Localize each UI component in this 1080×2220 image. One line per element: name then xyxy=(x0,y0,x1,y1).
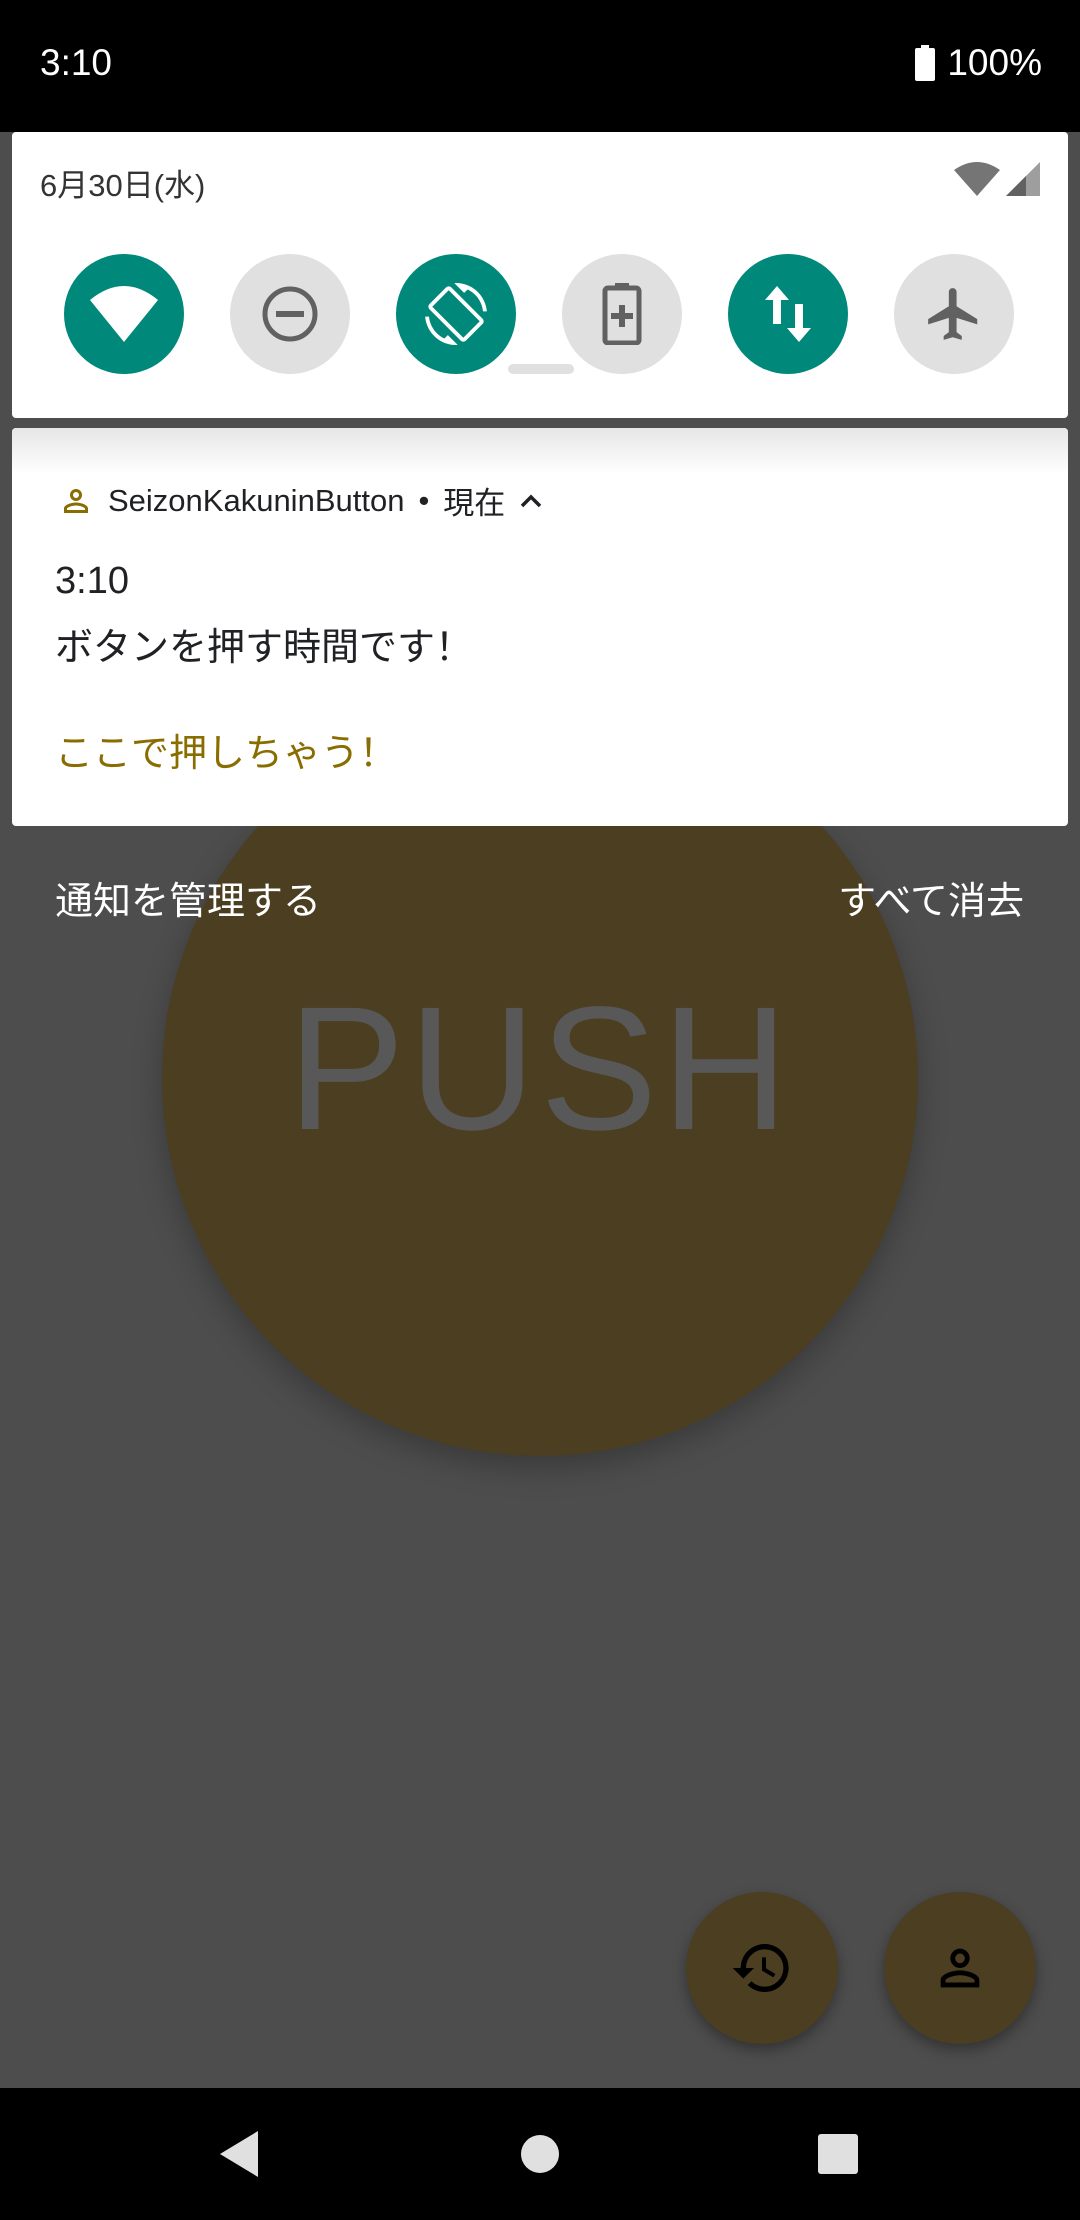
back-icon xyxy=(220,2131,258,2177)
recents-button[interactable] xyxy=(778,2088,898,2220)
mobile-data-icon xyxy=(765,286,811,342)
navigation-bar xyxy=(0,2088,1080,2220)
cell-signal-icon xyxy=(1006,162,1040,196)
battery-saver-icon xyxy=(602,283,642,345)
battery-full-icon xyxy=(915,45,936,81)
tile-do-not-disturb[interactable] xyxy=(230,254,350,374)
push-label: PUSH xyxy=(287,971,793,1167)
notification-action-button[interactable]: ここで押しちゃう！ xyxy=(55,722,397,777)
history-icon xyxy=(732,1944,789,1992)
wifi-icon xyxy=(90,286,158,342)
recents-icon xyxy=(818,2134,858,2174)
clear-all-button[interactable]: すべて消去 xyxy=(838,870,1024,925)
notification-header: SeizonKakuninButton • 現在 xyxy=(58,478,543,523)
qs-date[interactable]: 6月30日(水) xyxy=(40,160,205,205)
profile-button[interactable] xyxy=(884,1892,1036,2044)
status-time: 3:10 xyxy=(40,42,113,83)
status-bar: 3:10 100% xyxy=(0,0,1080,132)
home-icon xyxy=(521,2135,559,2173)
notification-time: 現在 xyxy=(443,486,506,521)
history-button[interactable] xyxy=(686,1892,838,2044)
notification-top-shade xyxy=(12,428,1068,474)
manage-notifications-button[interactable]: 通知を管理する xyxy=(55,870,321,925)
tile-mobile-data[interactable] xyxy=(728,254,848,374)
quick-settings-tiles xyxy=(12,254,1068,374)
qs-drag-handle[interactable] xyxy=(508,364,574,374)
notification-separator: • xyxy=(418,482,430,518)
notification-title: 3:10 xyxy=(55,560,129,602)
auto-rotate-icon xyxy=(425,283,487,345)
do-not-disturb-icon xyxy=(262,286,318,342)
back-button[interactable] xyxy=(180,2088,300,2220)
notification-text: ボタンを押す時間です！ xyxy=(55,627,474,669)
tile-wifi[interactable] xyxy=(64,254,184,374)
person-icon xyxy=(64,488,88,513)
quick-settings-panel: 6月30日(水) xyxy=(12,132,1068,418)
notification-card[interactable]: SeizonKakuninButton • 現在 3:10 ボタンを押す時間です… xyxy=(12,428,1068,826)
status-right: 100% xyxy=(915,42,1042,84)
tile-airplane-mode[interactable] xyxy=(894,254,1014,374)
qs-signal-icons xyxy=(954,162,1040,196)
wifi-signal-icon xyxy=(954,162,1000,196)
tile-auto-rotate[interactable] xyxy=(396,254,516,374)
home-button[interactable] xyxy=(480,2088,600,2220)
battery-percent: 100% xyxy=(947,42,1042,83)
person-icon xyxy=(940,1948,980,1988)
airplane-icon xyxy=(928,288,978,340)
tile-battery-saver[interactable] xyxy=(562,254,682,374)
notification-app-name: SeizonKakuninButton xyxy=(108,482,405,518)
chevron-up-icon[interactable] xyxy=(519,493,543,509)
